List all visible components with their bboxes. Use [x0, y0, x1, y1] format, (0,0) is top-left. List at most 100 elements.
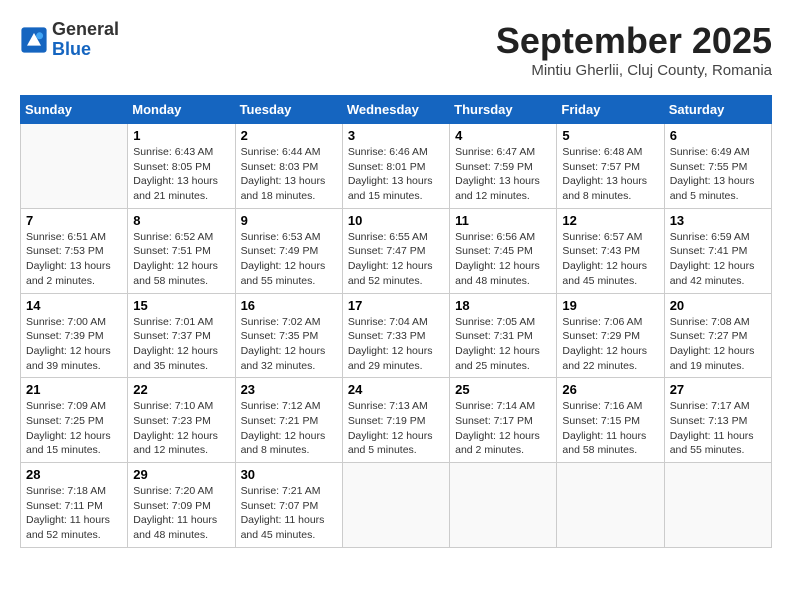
day-number: 23 [241, 382, 337, 397]
calendar-cell: 11 Sunrise: 6:56 AMSunset: 7:45 PMDayligh… [450, 208, 557, 293]
calendar-week-row: 1 Sunrise: 6:43 AMSunset: 8:05 PMDaylight… [21, 124, 772, 209]
day-detail: Sunrise: 7:05 AMSunset: 7:31 PMDaylight:… [455, 315, 551, 374]
day-number: 28 [26, 467, 122, 482]
day-detail: Sunrise: 6:49 AMSunset: 7:55 PMDaylight:… [670, 145, 766, 204]
day-number: 20 [670, 298, 766, 313]
calendar-cell: 26 Sunrise: 7:16 AMSunset: 7:15 PMDayligh… [557, 378, 664, 463]
day-detail: Sunrise: 6:44 AMSunset: 8:03 PMDaylight:… [241, 145, 337, 204]
logo-icon [20, 26, 48, 54]
day-number: 27 [670, 382, 766, 397]
day-number: 11 [455, 213, 551, 228]
calendar-cell: 3 Sunrise: 6:46 AMSunset: 8:01 PMDaylight… [342, 124, 449, 209]
calendar-cell: 30 Sunrise: 7:21 AMSunset: 7:07 PMDayligh… [235, 463, 342, 548]
calendar-cell: 24 Sunrise: 7:13 AMSunset: 7:19 PMDayligh… [342, 378, 449, 463]
day-detail: Sunrise: 7:01 AMSunset: 7:37 PMDaylight:… [133, 315, 229, 374]
calendar-cell: 6Sunrise: 6:49 AMSunset: 7:55 PMDaylight… [664, 124, 771, 209]
day-number: 1 [133, 128, 229, 143]
title-block: September 2025 Mintiu Gherlii, Cluj Coun… [496, 20, 772, 79]
day-detail: Sunrise: 6:46 AMSunset: 8:01 PMDaylight:… [348, 145, 444, 204]
day-number: 22 [133, 382, 229, 397]
calendar-cell: 18 Sunrise: 7:05 AMSunset: 7:31 PMDayligh… [450, 293, 557, 378]
day-detail: Sunrise: 7:02 AMSunset: 7:35 PMDaylight:… [241, 315, 337, 374]
calendar-cell: 9 Sunrise: 6:53 AMSunset: 7:49 PMDaylight… [235, 208, 342, 293]
day-detail: Sunrise: 6:48 AMSunset: 7:57 PMDaylight:… [562, 145, 658, 204]
calendar-cell: 21 Sunrise: 7:09 AMSunset: 7:25 PMDayligh… [21, 378, 128, 463]
calendar-cell: 4 Sunrise: 6:47 AMSunset: 7:59 PMDaylight… [450, 124, 557, 209]
calendar-header-row: SundayMondayTuesdayWednesdayThursdayFrid… [21, 96, 772, 124]
calendar-cell: 15 Sunrise: 7:01 AMSunset: 7:37 PMDayligh… [128, 293, 235, 378]
day-detail: Sunrise: 7:06 AMSunset: 7:29 PMDaylight:… [562, 315, 658, 374]
day-number: 13 [670, 213, 766, 228]
day-number: 18 [455, 298, 551, 313]
calendar-cell: 23 Sunrise: 7:12 AMSunset: 7:21 PMDayligh… [235, 378, 342, 463]
day-number: 7 [26, 213, 122, 228]
calendar-week-row: 28Sunrise: 7:18 AMSunset: 7:11 PMDayligh… [21, 463, 772, 548]
calendar-cell: 29 Sunrise: 7:20 AMSunset: 7:09 PMDayligh… [128, 463, 235, 548]
calendar-cell: 1 Sunrise: 6:43 AMSunset: 8:05 PMDaylight… [128, 124, 235, 209]
day-number: 9 [241, 213, 337, 228]
day-detail: Sunrise: 6:52 AMSunset: 7:51 PMDaylight:… [133, 230, 229, 289]
day-detail: Sunrise: 7:14 AMSunset: 7:17 PMDaylight:… [455, 399, 551, 458]
day-detail: Sunrise: 7:04 AMSunset: 7:33 PMDaylight:… [348, 315, 444, 374]
weekday-header-friday: Friday [557, 96, 664, 124]
day-number: 29 [133, 467, 229, 482]
day-detail: Sunrise: 6:57 AMSunset: 7:43 PMDaylight:… [562, 230, 658, 289]
calendar-cell: 28Sunrise: 7:18 AMSunset: 7:11 PMDayligh… [21, 463, 128, 548]
day-detail: Sunrise: 7:09 AMSunset: 7:25 PMDaylight:… [26, 399, 122, 458]
day-detail: Sunrise: 7:08 AMSunset: 7:27 PMDaylight:… [670, 315, 766, 374]
day-detail: Sunrise: 7:21 AMSunset: 7:07 PMDaylight:… [241, 484, 337, 543]
calendar-cell: 13 Sunrise: 6:59 AMSunset: 7:41 PMDayligh… [664, 208, 771, 293]
day-number: 25 [455, 382, 551, 397]
calendar-cell: 16 Sunrise: 7:02 AMSunset: 7:35 PMDayligh… [235, 293, 342, 378]
calendar-cell: 10Sunrise: 6:55 AMSunset: 7:47 PMDayligh… [342, 208, 449, 293]
calendar-cell: 14 Sunrise: 7:00 AMSunset: 7:39 PMDayligh… [21, 293, 128, 378]
day-detail: Sunrise: 6:53 AMSunset: 7:49 PMDaylight:… [241, 230, 337, 289]
day-detail: Sunrise: 7:00 AMSunset: 7:39 PMDaylight:… [26, 315, 122, 374]
calendar-week-row: 21 Sunrise: 7:09 AMSunset: 7:25 PMDayligh… [21, 378, 772, 463]
day-detail: Sunrise: 6:59 AMSunset: 7:41 PMDaylight:… [670, 230, 766, 289]
day-number: 4 [455, 128, 551, 143]
day-number: 26 [562, 382, 658, 397]
logo-blue-text: Blue [52, 40, 119, 60]
day-number: 3 [348, 128, 444, 143]
calendar-cell [450, 463, 557, 548]
calendar-week-row: 7 Sunrise: 6:51 AMSunset: 7:53 PMDaylight… [21, 208, 772, 293]
day-detail: Sunrise: 7:16 AMSunset: 7:15 PMDaylight:… [562, 399, 658, 458]
calendar-cell: 17 Sunrise: 7:04 AMSunset: 7:33 PMDayligh… [342, 293, 449, 378]
day-number: 17 [348, 298, 444, 313]
calendar-cell: 5 Sunrise: 6:48 AMSunset: 7:57 PMDaylight… [557, 124, 664, 209]
day-number: 2 [241, 128, 337, 143]
calendar-cell: 7 Sunrise: 6:51 AMSunset: 7:53 PMDaylight… [21, 208, 128, 293]
calendar-cell: 19Sunrise: 7:06 AMSunset: 7:29 PMDayligh… [557, 293, 664, 378]
logo-general-text: General [52, 20, 119, 40]
weekday-header-thursday: Thursday [450, 96, 557, 124]
day-detail: Sunrise: 7:13 AMSunset: 7:19 PMDaylight:… [348, 399, 444, 458]
calendar-cell [557, 463, 664, 548]
day-number: 30 [241, 467, 337, 482]
day-detail: Sunrise: 6:56 AMSunset: 7:45 PMDaylight:… [455, 230, 551, 289]
calendar-table: SundayMondayTuesdayWednesdayThursdayFrid… [20, 95, 772, 548]
calendar-cell: 20 Sunrise: 7:08 AMSunset: 7:27 PMDayligh… [664, 293, 771, 378]
calendar-cell: 27Sunrise: 7:17 AMSunset: 7:13 PMDayligh… [664, 378, 771, 463]
day-number: 14 [26, 298, 122, 313]
weekday-header-wednesday: Wednesday [342, 96, 449, 124]
calendar-cell [664, 463, 771, 548]
day-detail: Sunrise: 7:12 AMSunset: 7:21 PMDaylight:… [241, 399, 337, 458]
calendar-cell: 25 Sunrise: 7:14 AMSunset: 7:17 PMDayligh… [450, 378, 557, 463]
day-detail: Sunrise: 6:43 AMSunset: 8:05 PMDaylight:… [133, 145, 229, 204]
month-year-title: September 2025 [496, 20, 772, 62]
calendar-week-row: 14 Sunrise: 7:00 AMSunset: 7:39 PMDayligh… [21, 293, 772, 378]
day-detail: Sunrise: 6:47 AMSunset: 7:59 PMDaylight:… [455, 145, 551, 204]
day-detail: Sunrise: 6:51 AMSunset: 7:53 PMDaylight:… [26, 230, 122, 289]
day-number: 5 [562, 128, 658, 143]
calendar-cell: 22Sunrise: 7:10 AMSunset: 7:23 PMDayligh… [128, 378, 235, 463]
day-detail: Sunrise: 7:20 AMSunset: 7:09 PMDaylight:… [133, 484, 229, 543]
calendar-cell [21, 124, 128, 209]
day-number: 24 [348, 382, 444, 397]
day-number: 21 [26, 382, 122, 397]
calendar-cell [342, 463, 449, 548]
day-number: 15 [133, 298, 229, 313]
weekday-header-sunday: Sunday [21, 96, 128, 124]
weekday-header-tuesday: Tuesday [235, 96, 342, 124]
day-number: 16 [241, 298, 337, 313]
